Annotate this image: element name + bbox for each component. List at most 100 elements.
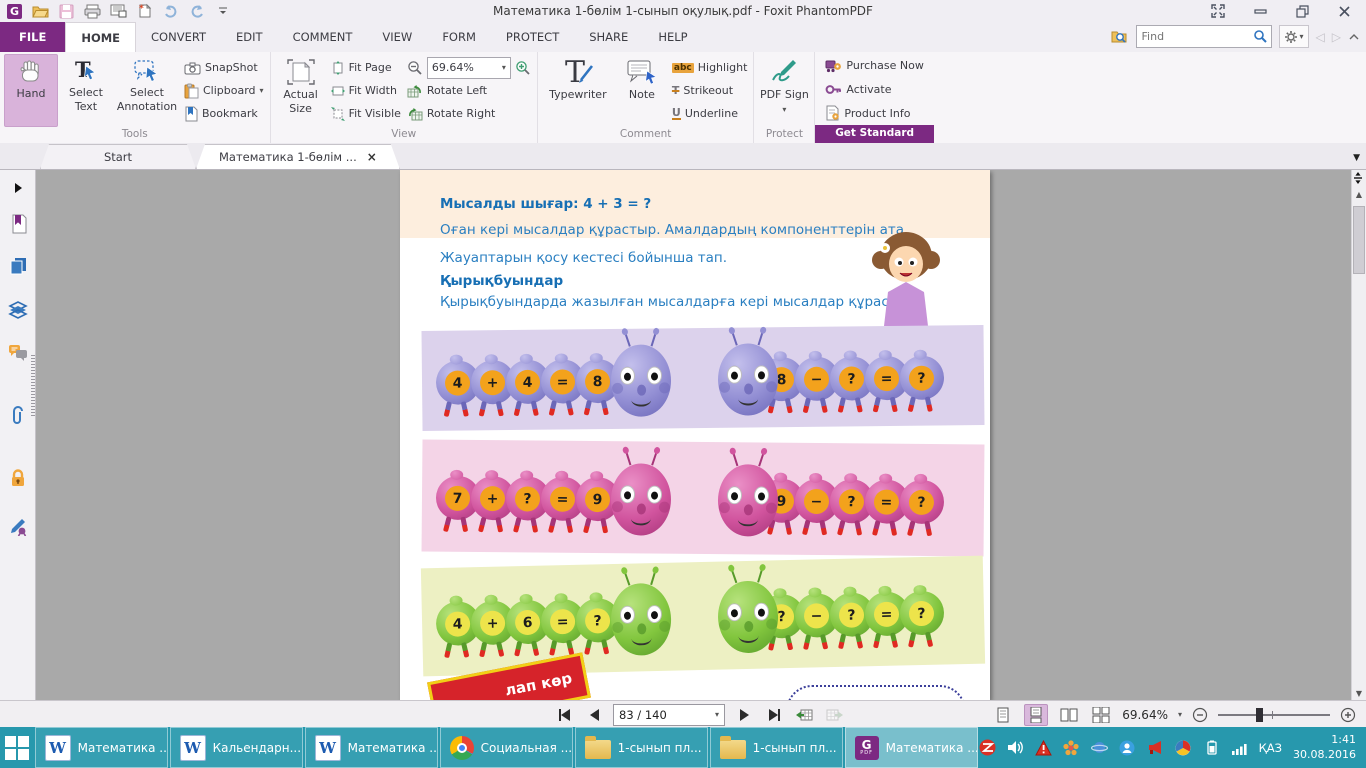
activate-button[interactable]: Activate bbox=[825, 79, 923, 99]
tab-list-caret-icon[interactable]: ▼ bbox=[1353, 153, 1360, 163]
flower-icon[interactable] bbox=[1063, 739, 1080, 756]
actual-size-button[interactable]: Actual Size bbox=[275, 54, 327, 127]
single-page-icon[interactable] bbox=[992, 705, 1014, 725]
facing-page-icon[interactable] bbox=[1058, 705, 1080, 725]
signature-panel-icon[interactable] bbox=[6, 514, 30, 538]
zoom-in-button[interactable] bbox=[1340, 707, 1356, 723]
zoom-out-icon[interactable] bbox=[407, 60, 423, 76]
open-icon[interactable] bbox=[32, 3, 49, 20]
new-from-clipboard-icon[interactable]: * bbox=[136, 3, 153, 20]
bookmark-button[interactable]: Bookmark bbox=[184, 104, 264, 124]
tab-file[interactable]: FILE bbox=[0, 22, 65, 52]
comments-panel-icon[interactable] bbox=[6, 340, 30, 364]
battery-icon[interactable] bbox=[1203, 739, 1220, 756]
close-icon[interactable] bbox=[1336, 3, 1352, 19]
email-icon[interactable] bbox=[110, 3, 127, 20]
document-tab[interactable]: Математика 1-бөлім ...× bbox=[196, 144, 400, 169]
zoom-out-button[interactable] bbox=[1192, 707, 1208, 723]
planet-icon[interactable] bbox=[1091, 739, 1108, 756]
document-tab[interactable]: Start bbox=[40, 144, 196, 169]
horn-icon[interactable] bbox=[1147, 739, 1164, 756]
pdf-sign-button[interactable]: PDF Sign ▾ bbox=[758, 54, 810, 127]
zoom-slider[interactable] bbox=[1218, 708, 1330, 722]
print-icon[interactable] bbox=[84, 3, 101, 20]
tab-comment[interactable]: COMMENT bbox=[278, 22, 368, 52]
last-page-icon[interactable] bbox=[763, 705, 785, 725]
get-standard-button[interactable]: Get Standard bbox=[815, 125, 933, 143]
next-page-icon[interactable] bbox=[733, 705, 755, 725]
taskbar-item[interactable]: WМатематика ... bbox=[35, 727, 168, 768]
colorful-ball-icon[interactable] bbox=[1175, 739, 1192, 756]
taskbar-item[interactable]: 1-сынып пл... bbox=[575, 727, 708, 768]
taskbar-item[interactable]: WКальендарн... bbox=[170, 727, 303, 768]
messenger-icon[interactable] bbox=[1119, 739, 1136, 756]
zoom-slider-thumb[interactable] bbox=[1256, 708, 1263, 722]
expand-panel-arrow-icon[interactable] bbox=[6, 176, 30, 200]
layers-panel-icon[interactable] bbox=[6, 298, 30, 322]
fit-page-button[interactable]: Fit Page bbox=[331, 58, 401, 78]
tab-share[interactable]: SHARE bbox=[574, 22, 643, 52]
find-previous-icon[interactable]: ◁ bbox=[1316, 30, 1325, 44]
close-tab-icon[interactable]: × bbox=[367, 150, 377, 164]
underline-button[interactable]: U Underline bbox=[672, 104, 748, 124]
rotate-left-button[interactable]: Rotate Left bbox=[407, 81, 531, 101]
document-canvas[interactable]: Мысалды шығар: 4 + 3 = ? Оған кері мысал… bbox=[36, 170, 1352, 700]
warning-triangle-icon[interactable] bbox=[1035, 739, 1052, 756]
select-text-button[interactable]: T Select Text bbox=[60, 54, 112, 127]
scroll-down-icon[interactable]: ▼ bbox=[1352, 689, 1366, 698]
collapse-ribbon-icon[interactable] bbox=[1348, 33, 1360, 41]
tab-help[interactable]: HELP bbox=[643, 22, 702, 52]
tab-form[interactable]: FORM bbox=[427, 22, 491, 52]
start-button[interactable] bbox=[0, 727, 34, 768]
find-input[interactable] bbox=[1140, 29, 1253, 44]
save-icon[interactable] bbox=[58, 3, 75, 20]
rotate-right-button[interactable]: Rotate Right bbox=[407, 104, 531, 124]
zoom-in-icon[interactable] bbox=[515, 60, 531, 76]
select-annotation-button[interactable]: Select Annotation bbox=[114, 54, 180, 127]
taskbar-item[interactable]: WМатематика ... bbox=[305, 727, 438, 768]
note-button[interactable]: Note bbox=[616, 54, 668, 127]
fit-width-button[interactable]: Fit Width bbox=[331, 81, 401, 101]
minimize-icon[interactable] bbox=[1252, 3, 1268, 19]
continuous-facing-icon[interactable] bbox=[1090, 705, 1112, 725]
customize-quick-access-icon[interactable] bbox=[214, 3, 231, 20]
restore-icon[interactable] bbox=[1294, 3, 1310, 19]
undo-icon[interactable] bbox=[162, 3, 179, 20]
find-next-icon[interactable]: ▷ bbox=[1332, 30, 1341, 44]
split-view-handle-icon[interactable] bbox=[1352, 172, 1366, 184]
prev-view-icon[interactable] bbox=[793, 705, 815, 725]
purchase-now-button[interactable]: Purchase Now bbox=[825, 56, 923, 76]
tab-view[interactable]: VIEW bbox=[367, 22, 427, 52]
bookmarks-panel-icon[interactable] bbox=[6, 212, 30, 236]
tab-home[interactable]: HOME bbox=[65, 22, 136, 52]
continuous-page-icon[interactable] bbox=[1024, 704, 1048, 726]
clock[interactable]: 1:41 30.08.2016 bbox=[1293, 733, 1356, 763]
fullscreen-icon[interactable] bbox=[1210, 3, 1226, 19]
tab-edit[interactable]: EDIT bbox=[221, 22, 278, 52]
strikeout-button[interactable]: T Strikeout bbox=[672, 81, 748, 101]
pages-panel-icon[interactable] bbox=[6, 254, 30, 278]
fit-visible-button[interactable]: Fit Visible bbox=[331, 104, 401, 124]
search-icon[interactable] bbox=[1253, 29, 1268, 44]
red-swirl-icon[interactable] bbox=[979, 739, 996, 756]
zoom-level-combobox[interactable]: 69.64%▾ bbox=[427, 57, 511, 79]
find-options-button[interactable]: ▾ bbox=[1279, 25, 1309, 48]
prev-page-icon[interactable] bbox=[583, 705, 605, 725]
snapshot-button[interactable]: SnapShot bbox=[184, 58, 264, 78]
clipboard-button[interactable]: Clipboard ▾ bbox=[184, 81, 264, 101]
taskbar-item[interactable]: Социальная ... bbox=[440, 727, 573, 768]
highlight-button[interactable]: abc Highlight bbox=[672, 58, 748, 78]
taskbar-item[interactable]: GPDFМатематика ... bbox=[845, 727, 978, 768]
attachments-panel-icon[interactable] bbox=[6, 404, 30, 428]
hand-tool-button[interactable]: Hand bbox=[4, 54, 58, 127]
redo-icon[interactable] bbox=[188, 3, 205, 20]
network-signal-icon[interactable] bbox=[1231, 739, 1248, 756]
scrollbar-thumb[interactable] bbox=[1353, 206, 1365, 274]
product-info-button[interactable]: Product Info bbox=[825, 103, 923, 123]
first-page-icon[interactable] bbox=[553, 705, 575, 725]
page-number-input[interactable]: 83 / 140▾ bbox=[613, 704, 725, 726]
vertical-scrollbar[interactable]: ▲ ▼ bbox=[1351, 170, 1366, 700]
security-panel-icon[interactable] bbox=[6, 466, 30, 490]
zoom-percentage[interactable]: 69.64% bbox=[1122, 708, 1168, 722]
panel-drag-handle[interactable] bbox=[31, 355, 35, 417]
